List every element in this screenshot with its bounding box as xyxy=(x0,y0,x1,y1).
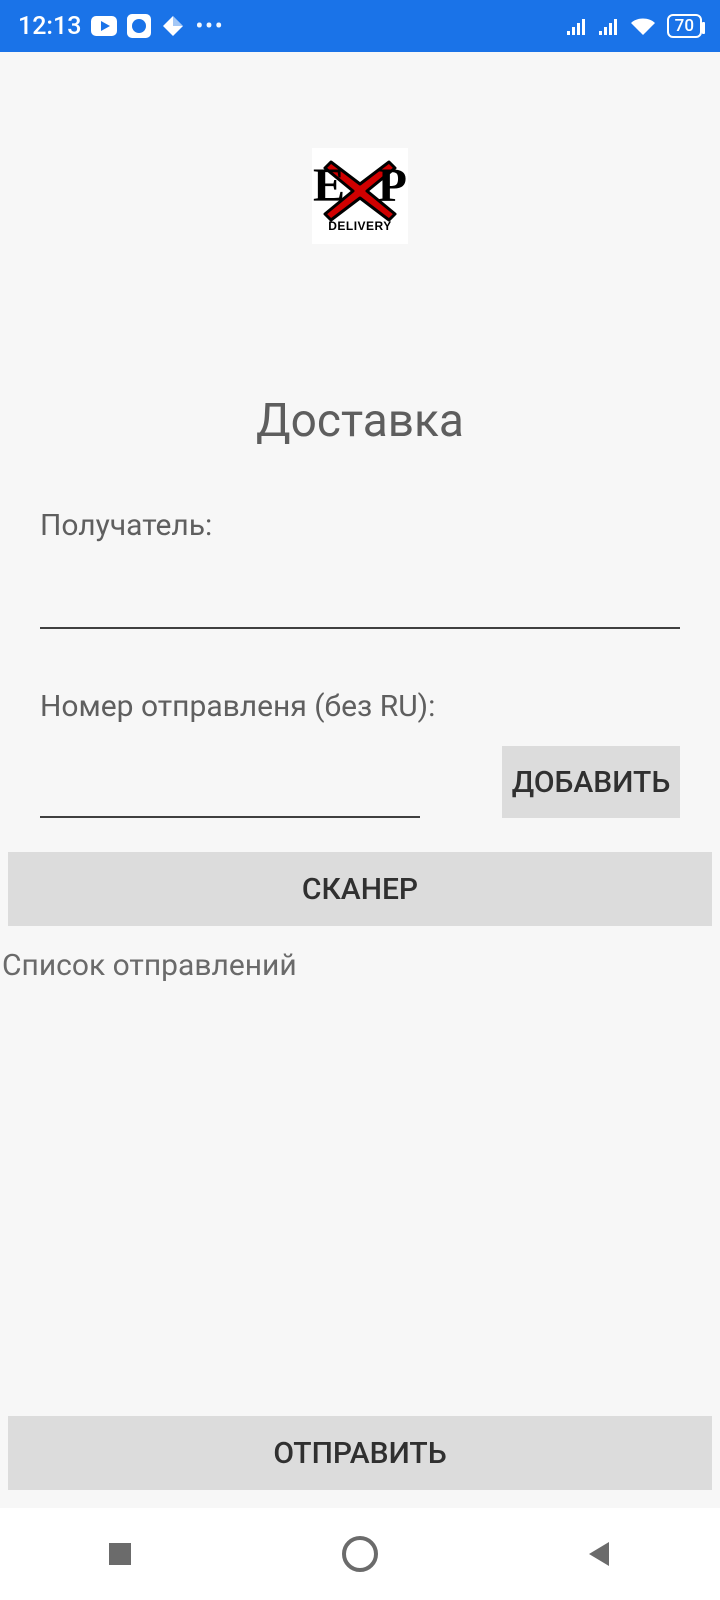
shipment-number-input[interactable] xyxy=(40,768,420,818)
logo-letter-left: E xyxy=(313,162,345,210)
logo-letter-right: P xyxy=(378,162,407,210)
add-button[interactable]: ДОБАВИТЬ xyxy=(502,746,680,818)
nav-recent-button[interactable] xyxy=(70,1539,170,1569)
app-notification-icon xyxy=(127,14,151,38)
shipment-list xyxy=(0,983,720,1416)
recipient-label: Получатель: xyxy=(40,508,680,543)
signal-sim1-icon xyxy=(565,17,587,35)
recipient-input[interactable] xyxy=(40,579,680,629)
app-logo: E P DELIVERY xyxy=(312,148,408,244)
send-button[interactable]: ОТПРАВИТЬ xyxy=(8,1416,712,1490)
status-left: 12:13 ••• xyxy=(18,12,225,41)
shipment-number-label: Номер отправленя (без RU): xyxy=(40,689,680,724)
status-right: 70 xyxy=(565,14,702,38)
app-content: E P DELIVERY Доставка Получатель: Номер … xyxy=(0,52,720,1508)
battery-level: 70 xyxy=(675,18,694,35)
wifi-icon xyxy=(629,15,657,37)
nav-home-button[interactable] xyxy=(310,1533,410,1575)
system-nav-bar xyxy=(0,1508,720,1600)
scanner-button[interactable]: СКАНЕР xyxy=(8,852,712,926)
clock: 12:13 xyxy=(18,12,81,41)
photos-icon xyxy=(161,14,185,38)
triangle-back-icon xyxy=(585,1539,615,1569)
youtube-icon xyxy=(91,16,117,36)
page-title: Доставка xyxy=(0,394,720,448)
status-bar: 12:13 ••• 70 xyxy=(0,0,720,52)
battery-icon: 70 xyxy=(667,14,702,38)
square-icon xyxy=(105,1539,135,1569)
more-notifications-icon: ••• xyxy=(195,14,224,39)
shipment-list-heading: Список отправлений xyxy=(0,926,720,983)
nav-back-button[interactable] xyxy=(550,1539,650,1569)
signal-sim2-icon xyxy=(597,17,619,35)
circle-icon xyxy=(339,1533,381,1575)
